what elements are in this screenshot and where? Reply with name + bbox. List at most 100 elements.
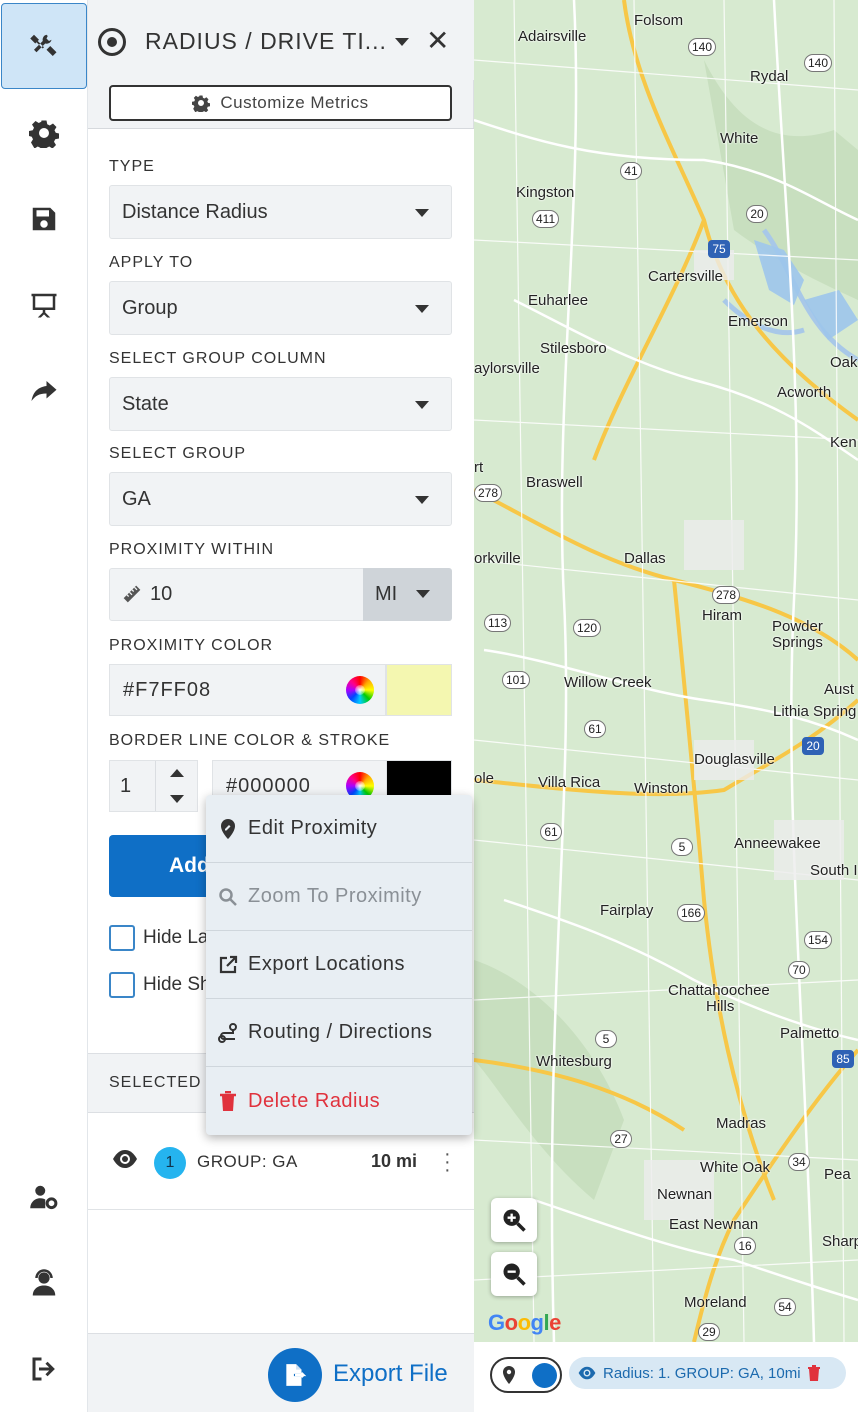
headset-icon bbox=[32, 1269, 55, 1296]
routing-directions-item[interactable]: Routing / Directions bbox=[206, 999, 472, 1067]
route-shield: 411 bbox=[532, 210, 560, 228]
delete-radius-item[interactable]: Delete Radius bbox=[206, 1067, 472, 1135]
markers-toggle[interactable] bbox=[490, 1357, 562, 1393]
logout-button[interactable] bbox=[0, 1326, 87, 1412]
customize-metrics-button[interactable]: Customize Metrics bbox=[109, 85, 452, 121]
map-place-label: Newnan bbox=[657, 1186, 713, 1203]
zoom-in-button[interactable] bbox=[491, 1198, 537, 1242]
color-wheel-icon[interactable] bbox=[346, 676, 374, 704]
type-select[interactable]: Distance Radius bbox=[109, 185, 452, 239]
floppy-icon bbox=[32, 207, 55, 231]
step-down-icon[interactable] bbox=[170, 795, 184, 803]
caret-down-icon bbox=[415, 305, 429, 313]
route-shield: 113 bbox=[484, 614, 512, 632]
routing-directions-label: Routing / Directions bbox=[248, 1021, 433, 1043]
eye-icon[interactable] bbox=[112, 1149, 138, 1169]
proximity-within-label: PROXIMITY WITHIN bbox=[109, 541, 275, 558]
more-vertical-icon[interactable]: · · · bbox=[444, 1144, 451, 1180]
hide-shapes-checkbox[interactable] bbox=[109, 972, 135, 998]
route-shield: 70 bbox=[788, 961, 810, 979]
caret-down-icon bbox=[415, 401, 429, 409]
support-button[interactable] bbox=[0, 1240, 87, 1326]
tools-icon bbox=[30, 34, 57, 56]
route-shield: 16 bbox=[734, 1237, 756, 1255]
export-file-icon-button[interactable] bbox=[268, 1348, 322, 1402]
presentation-icon bbox=[31, 293, 56, 318]
customize-metrics-label: Customize Metrics bbox=[220, 93, 369, 112]
map-place-label: ole bbox=[474, 770, 495, 787]
stroke-width-input[interactable]: 1 bbox=[109, 760, 198, 812]
route-shield: 41 bbox=[620, 162, 642, 180]
caret-down-icon bbox=[415, 496, 429, 504]
map-place-label: Springs bbox=[772, 634, 823, 651]
select-group-value: GA bbox=[122, 487, 151, 510]
map-place-label: Madras bbox=[716, 1115, 767, 1132]
select-group-select[interactable]: GA bbox=[109, 472, 452, 526]
edit-proximity-item[interactable]: Edit Proximity bbox=[206, 795, 472, 863]
route-icon bbox=[218, 1022, 237, 1043]
map-place-label: Braswell bbox=[526, 474, 583, 491]
trash-icon bbox=[220, 1091, 236, 1111]
save-button[interactable] bbox=[0, 176, 87, 262]
hide-shapes-row[interactable]: Hide Sh bbox=[109, 972, 211, 998]
export-file-button[interactable]: Export File bbox=[333, 1360, 448, 1388]
export-locations-item[interactable]: Export Locations bbox=[206, 931, 472, 999]
proximity-unit-select[interactable]: MI bbox=[363, 568, 452, 621]
radius-context-menu: Edit Proximity Zoom To Proximity Export … bbox=[206, 795, 472, 1135]
route-shield: 154 bbox=[804, 931, 833, 949]
presentation-button[interactable] bbox=[0, 262, 87, 348]
proximity-color-input[interactable]: #F7FF08 bbox=[109, 664, 386, 716]
map-place-label: orkville bbox=[474, 550, 521, 567]
radius-target-icon bbox=[98, 28, 126, 56]
delete-radius-label: Delete Radius bbox=[248, 1089, 381, 1112]
apply-to-select[interactable]: Group bbox=[109, 281, 452, 335]
eye-icon[interactable] bbox=[577, 1366, 597, 1380]
map-place-label: Villa Rica bbox=[538, 774, 601, 791]
external-link-icon bbox=[219, 955, 238, 973]
user-gear-icon bbox=[29, 1185, 57, 1210]
share-button[interactable] bbox=[0, 348, 87, 434]
map-footer: Radius: 1. GROUP: GA, 10mi bbox=[474, 1342, 858, 1412]
trash-icon[interactable] bbox=[807, 1365, 821, 1381]
map-place-label: Acworth bbox=[777, 384, 832, 401]
step-up-icon[interactable] bbox=[170, 769, 184, 777]
hide-labels-checkbox[interactable] bbox=[109, 925, 135, 951]
file-export-icon bbox=[286, 1364, 307, 1386]
map-place-label: Anneewakee bbox=[734, 835, 821, 852]
row-distance: 10 mi bbox=[371, 1151, 418, 1171]
zoom-out-button[interactable] bbox=[491, 1252, 537, 1296]
tools-button[interactable] bbox=[1, 3, 87, 89]
map-place-label: Powder bbox=[772, 618, 823, 635]
route-shield: 120 bbox=[573, 619, 602, 637]
user-settings-button[interactable] bbox=[0, 1154, 87, 1240]
map-place-label: Stilesboro bbox=[540, 340, 607, 357]
map-place-label: Douglasville bbox=[694, 751, 775, 768]
proximity-input[interactable]: 10 bbox=[109, 568, 364, 621]
gear-icon bbox=[28, 120, 59, 148]
proximity-color-swatch[interactable] bbox=[386, 664, 452, 716]
select-group-label: SELECT GROUP bbox=[109, 445, 247, 462]
hide-labels-row[interactable]: Hide La bbox=[109, 925, 209, 951]
zoom-to-proximity-item[interactable]: Zoom To Proximity bbox=[206, 863, 472, 931]
settings-button[interactable] bbox=[0, 90, 87, 176]
radius-chip[interactable]: Radius: 1. GROUP: GA, 10mi bbox=[569, 1357, 846, 1389]
group-column-select[interactable]: State bbox=[109, 377, 452, 431]
caret-down-icon bbox=[415, 209, 429, 217]
route-shield: 5 bbox=[671, 838, 693, 856]
close-icon[interactable]: ✕ bbox=[426, 26, 449, 56]
panel-footer: Export File bbox=[88, 1333, 474, 1412]
route-shield: 34 bbox=[788, 1153, 810, 1171]
proximity-value: 10 bbox=[150, 583, 173, 605]
map-view[interactable]: Folsom Adairsville Rydal White Kingston Carte… bbox=[474, 0, 858, 1342]
map-place-label: Emerson bbox=[728, 313, 789, 330]
title-dropdown-icon[interactable] bbox=[395, 38, 409, 46]
map-place-label: Rydal bbox=[750, 68, 789, 85]
search-icon bbox=[219, 887, 237, 906]
gear-icon bbox=[192, 95, 211, 112]
map-marker-edit-icon bbox=[221, 818, 235, 839]
number-badge: 1 bbox=[154, 1147, 186, 1179]
route-shield: 140 bbox=[688, 38, 717, 56]
stroke-stepper[interactable] bbox=[155, 761, 198, 811]
apply-to-value: Group bbox=[122, 296, 178, 319]
map-place-label: Euharlee bbox=[528, 292, 589, 309]
